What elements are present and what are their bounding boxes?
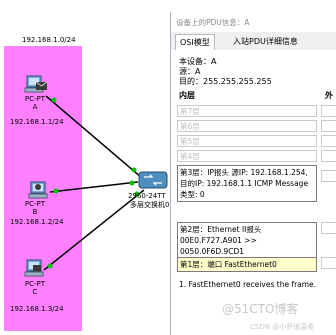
out-layer-5[interactable] [321,135,336,147]
in-layer-7[interactable]: 第7层 [177,105,317,117]
out-layer-7[interactable] [321,105,336,117]
in-layer-4[interactable]: 第4层 [177,150,317,162]
link-light-sw-b [129,180,135,186]
out-layer-6[interactable] [321,120,336,132]
pc-a-icon[interactable] [24,74,48,94]
dialog-titlebar[interactable]: 设备上的PDU信息：A [171,12,336,32]
tab-osi-model[interactable]: OSI模型 [175,34,215,51]
out-layer-3[interactable] [321,170,336,182]
tab-bar: OSI模型 入站PDU详细信息 [171,34,336,51]
switch-icon[interactable] [138,168,168,192]
osi-panel: 本设备：A 源：A 目的：255.255.255.255 内层 外 第7层 第6… [171,50,336,335]
dialog-title: 设备上的PDU信息：A [176,18,250,27]
link-c-switch [43,189,145,271]
link-light-b [53,188,59,194]
col-out-layers: 外 [325,91,333,100]
layer-description: 1. FastEthernet0 receives the frame. [179,280,317,289]
pc-a-ip: 192.168.1.1/24 [10,118,64,126]
switch-name: 多层交换机0 [130,201,170,209]
pc-c-ip: 192.168.1.3/24 [10,305,64,313]
tab-inbound-pdu-details[interactable]: 入站PDU详细信息 [229,34,302,50]
dest-line: 目的：255.255.255.255 [179,77,272,86]
pc-b-name: B [32,208,38,216]
in-layer-6[interactable]: 第6层 [177,120,317,132]
link-b-switch [49,181,139,193]
pc-b-type: PC-PT [24,200,46,208]
watermark-credit: CSDN @小罗很温柔 [250,323,315,331]
out-layer-1[interactable] [321,257,336,269]
pc-b-icon[interactable] [28,180,50,200]
pc-a-name: A [32,103,38,111]
in-layer-5[interactable]: 第5层 [177,135,317,147]
switch-model: 2960-24TT [128,192,166,200]
pdu-info-dialog: 设备上的PDU信息：A OSI模型 入站PDU详细信息 本设备：A 源：A 目的… [170,12,336,335]
out-layer-4[interactable] [321,150,336,162]
link-light-c [47,263,53,269]
watermark-text: @51CTO博客 [222,302,299,316]
in-layer-2[interactable]: 第2层：Ethernet II报头 00E0.F727.A901 >> 0050… [177,222,317,259]
col-in-layers: 内层 [179,91,195,100]
pc-b-ip: 192.168.1.2/24 [10,218,64,226]
link-a-switch [45,95,143,179]
pc-c-name: C [32,288,38,296]
pc-c-type: PC-PT [24,280,46,288]
out-layer-2[interactable] [321,222,336,234]
pc-c-icon[interactable] [24,258,46,278]
link-light-sw-a [131,167,137,173]
pc-a-type: PC-PT [24,95,46,103]
in-layer-1[interactable]: 第1层：端口 FastEthernet0 [177,257,317,272]
in-layer-3[interactable]: 第3层：IP报头 源IP: 192.168.1.254, 目的IP: 192.1… [177,165,317,202]
